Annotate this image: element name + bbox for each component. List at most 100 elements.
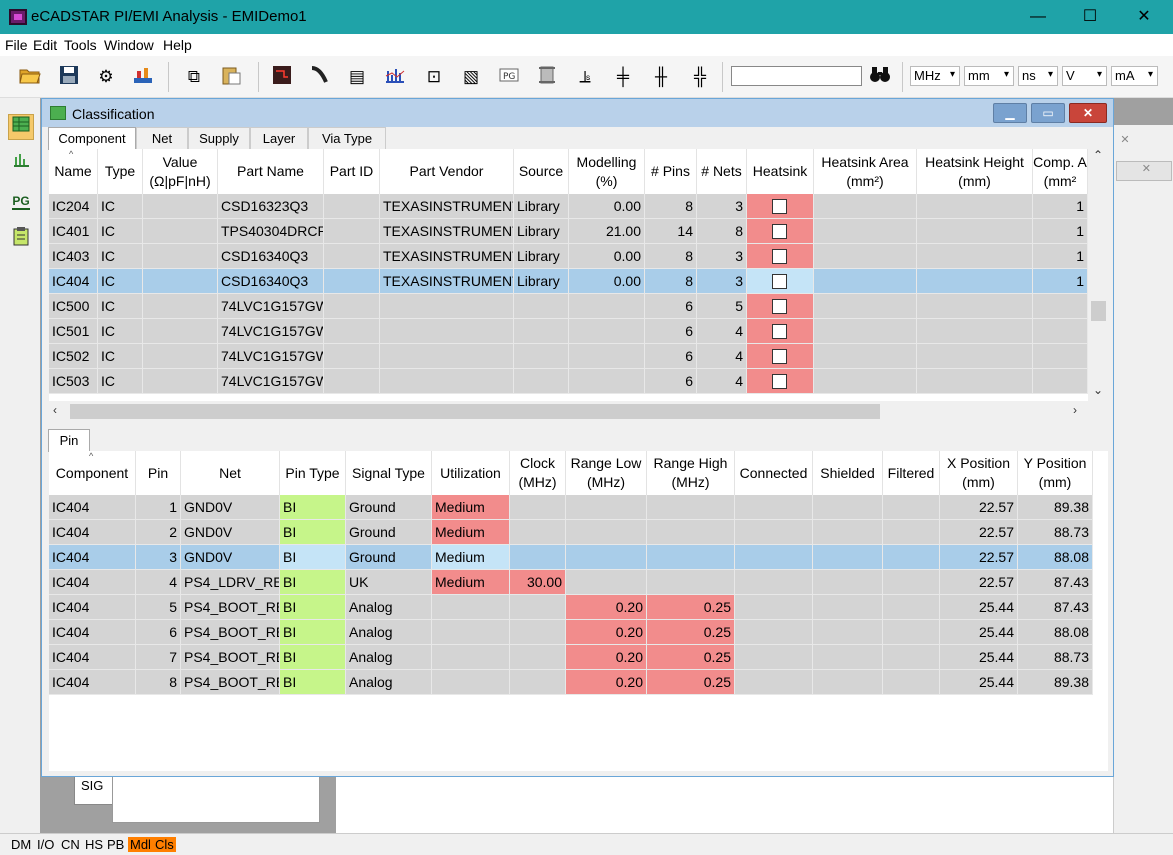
pin-cell-shield[interactable] (813, 595, 883, 620)
component-cell-heatsink[interactable] (747, 194, 814, 219)
component-column-header[interactable]: Part Name (218, 149, 324, 194)
maximize-button[interactable]: ☐ (1063, 0, 1117, 34)
component-cell-heatsink[interactable] (747, 319, 814, 344)
pin-cell-pin[interactable]: 6 (136, 620, 181, 645)
save-icon[interactable] (57, 65, 81, 89)
chart-icon[interactable] (8, 150, 34, 176)
component-hscroll-thumb[interactable] (70, 404, 880, 419)
component-cell-heatsink[interactable] (747, 244, 814, 269)
pin-column-header[interactable]: Utilization (432, 451, 510, 495)
pin-cell-y[interactable]: 89.38 (1018, 670, 1093, 695)
component-column-header[interactable]: Name (49, 149, 98, 194)
probe-icon[interactable] (307, 65, 331, 89)
pin-column-header[interactable]: Range Low (MHz) (566, 451, 647, 495)
pin-cell-low[interactable] (566, 495, 647, 520)
pin-column-header[interactable]: Range High (MHz) (647, 451, 735, 495)
heatsink-checkbox[interactable] (772, 249, 787, 264)
board-view-icon[interactable] (270, 65, 294, 89)
component-cell-heatsink[interactable] (747, 269, 814, 294)
pin-column-header[interactable]: Signal Type (346, 451, 432, 495)
menu-tools[interactable]: Tools (64, 37, 97, 53)
pin-cell-x[interactable]: 22.57 (940, 520, 1018, 545)
paste-icon[interactable] (219, 65, 243, 89)
tab-component[interactable]: Component (48, 127, 136, 150)
pin-cell-stype[interactable]: UK (346, 570, 432, 595)
pin-cell-ptype[interactable]: BI (280, 620, 346, 645)
pin-cell-net[interactable]: PS4_BOOT_REG (181, 595, 280, 620)
resistor-icon[interactable]: ╫ (649, 65, 673, 89)
close-button[interactable]: ✕ (1117, 0, 1171, 34)
clipboard-icon[interactable] (8, 226, 34, 252)
pin-cell-x[interactable]: 25.44 (940, 620, 1018, 645)
component-column-header[interactable]: Source (514, 149, 569, 194)
tab-supply[interactable]: Supply (188, 127, 250, 149)
menu-file[interactable]: File (5, 37, 28, 53)
component-column-header[interactable]: Heatsink Height (mm) (917, 149, 1033, 194)
pcb-stack-icon[interactable] (131, 65, 155, 89)
component-column-header[interactable]: Part Vendor (380, 149, 514, 194)
pin-cell-util[interactable] (432, 595, 510, 620)
component-column-header[interactable]: Comp. A (mm² (1033, 149, 1088, 194)
pin-cell-low[interactable] (566, 520, 647, 545)
component-cell-heatsink[interactable] (747, 219, 814, 244)
pin-column-header[interactable]: Pin Type (280, 451, 346, 495)
pin-cell-shield[interactable] (813, 645, 883, 670)
pin-cell-shield[interactable] (813, 495, 883, 520)
pin-cell-pin[interactable]: 4 (136, 570, 181, 595)
menu-edit[interactable]: Edit (33, 37, 57, 53)
pin-cell-comp[interactable]: IC404 (49, 620, 136, 645)
component-vscroll-thumb[interactable] (1091, 301, 1106, 321)
pin-cell-stype[interactable]: Analog (346, 620, 432, 645)
pin-column-header[interactable]: Filtered (883, 451, 940, 495)
pin-cell-clock[interactable] (510, 520, 566, 545)
via-icon[interactable]: ╬ (688, 65, 712, 89)
pin-cell-clock[interactable] (510, 670, 566, 695)
pin-cell-y[interactable]: 89.38 (1018, 495, 1093, 520)
pg-plane-icon[interactable]: PG (497, 65, 521, 89)
status-pb[interactable]: PB (105, 837, 126, 852)
pin-cell-net[interactable]: PS4_BOOT_REG (181, 645, 280, 670)
status-hs[interactable]: HS (83, 837, 105, 852)
pin-cell-y[interactable]: 88.73 (1018, 520, 1093, 545)
status-cn[interactable]: CN (59, 837, 82, 852)
ground-plane-icon[interactable]: ⫡ (573, 65, 597, 89)
pin-cell-ptype[interactable]: BI (280, 645, 346, 670)
menu-window[interactable]: Window (104, 37, 154, 53)
open-folder-icon[interactable] (18, 65, 42, 89)
pin-cell-conn[interactable] (735, 620, 813, 645)
pin-cell-conn[interactable] (735, 570, 813, 595)
signal-tab[interactable]: SIG (74, 775, 114, 805)
emi-pattern-icon[interactable]: ▧ (459, 65, 483, 89)
pin-cell-high[interactable] (647, 570, 735, 595)
component-column-header[interactable]: Type (98, 149, 143, 194)
pin-column-header[interactable]: Shielded (813, 451, 883, 495)
pin-cell-clock[interactable] (510, 645, 566, 670)
pin-cell-y[interactable]: 88.08 (1018, 545, 1093, 570)
pin-cell-ptype[interactable]: BI (280, 595, 346, 620)
pdn-chart-icon[interactable] (383, 65, 407, 89)
layer-panel-icon[interactable]: ▤ (345, 65, 369, 89)
classification-close-button[interactable]: ✕ (1069, 103, 1107, 123)
component-vertical-scrollbar[interactable]: ⌃ ⌄ (1088, 148, 1108, 401)
pg-icon[interactable]: PG (8, 188, 34, 214)
pin-cell-low[interactable]: 0.20 (566, 645, 647, 670)
classification-maximize-button[interactable]: ▭ (1031, 103, 1065, 123)
pin-cell-util[interactable]: Medium (432, 520, 510, 545)
pin-cell-shield[interactable] (813, 520, 883, 545)
status-dm[interactable]: DM (9, 837, 33, 852)
minimize-button[interactable]: — (1011, 0, 1065, 34)
pin-cell-conn[interactable] (735, 595, 813, 620)
tab-net[interactable]: Net (136, 127, 188, 149)
pin-cell-util[interactable]: Medium (432, 545, 510, 570)
pin-cell-filt[interactable] (883, 495, 940, 520)
pin-cell-conn[interactable] (735, 520, 813, 545)
pin-column-header[interactable]: Pin (136, 451, 181, 495)
pin-cell-pin[interactable]: 8 (136, 670, 181, 695)
pin-cell-comp[interactable]: IC404 (49, 570, 136, 595)
search-input[interactable] (731, 66, 862, 86)
pin-cell-shield[interactable] (813, 670, 883, 695)
pin-cell-x[interactable]: 25.44 (940, 595, 1018, 620)
status-mdl[interactable]: Mdl (128, 837, 153, 852)
pin-cell-comp[interactable]: IC404 (49, 520, 136, 545)
pin-cell-pin[interactable]: 5 (136, 595, 181, 620)
